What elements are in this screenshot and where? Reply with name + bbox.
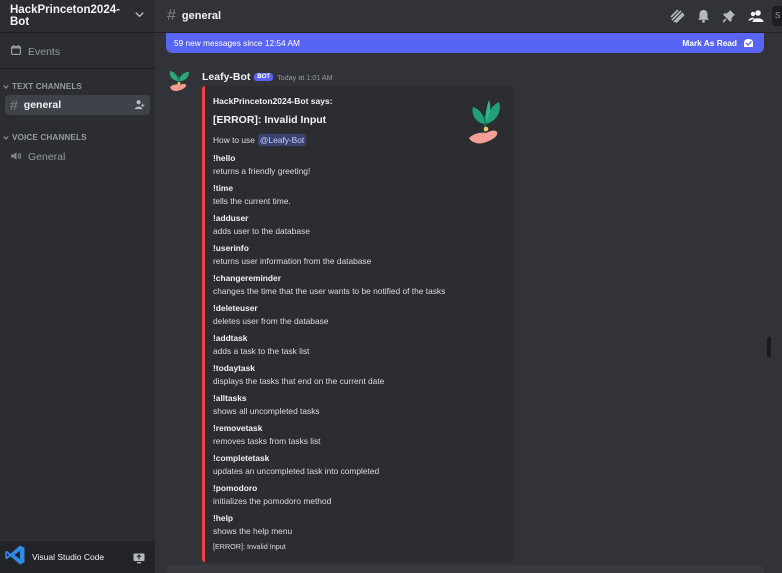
text-channels-category[interactable]: TEXT CHANNELS (0, 82, 155, 91)
screen-share-icon[interactable] (133, 551, 145, 569)
embed-field: !pomodoro initializes the pomodoro method (213, 482, 503, 512)
embed-field: !help shows the help menu (213, 512, 503, 542)
new-messages-text: 59 new messages since 12:54 AM (174, 38, 300, 48)
field-value: tells the current time. (213, 196, 291, 206)
server-header[interactable]: HackPrinceton2024-Bot (0, 0, 155, 33)
embed-field: !completetask updates an uncompleted task… (213, 452, 503, 482)
channel-label: General (28, 151, 66, 163)
field-value: initializes the pomodoro method (213, 496, 332, 506)
embed-field: !addtask adds a task to the task list (213, 332, 503, 362)
scrollbar-thumb[interactable] (767, 337, 771, 357)
field-value: adds a task to the task list (213, 346, 310, 356)
field-name: !addtask (213, 333, 248, 343)
field-value: updates an uncompleted task into complet… (213, 466, 380, 476)
sidebar-item-voice-general[interactable]: General (5, 147, 150, 167)
field-name: !completetask (213, 453, 270, 463)
embed-field: !removetask removes tasks from tasks list (213, 422, 503, 452)
chevron-down-icon[interactable] (134, 9, 145, 23)
mark-as-read-label: Mark As Read (682, 38, 737, 48)
embed-field: !alltasks shows all uncompleted tasks (213, 392, 503, 422)
field-value: changes the time that the user wants to … (213, 286, 446, 296)
message-timestamp: Today at 1:01 AM (277, 72, 333, 82)
field-name: !removetask (213, 423, 263, 433)
field-value: displays the tasks that end on the curre… (213, 376, 385, 386)
search-input[interactable]: S (772, 6, 782, 26)
invite-icon[interactable] (134, 99, 145, 113)
embed-author: HackPrinceton2024-Bot says: (213, 96, 333, 106)
field-value: shows the help menu (213, 526, 293, 536)
voice-channels-category[interactable]: VOICE CHANNELS (0, 133, 155, 142)
field-value: shows all uncompleted tasks (213, 406, 320, 416)
sidebar-item-general[interactable]: # general (5, 95, 150, 115)
field-name: !userinfo (213, 243, 249, 253)
new-messages-bar[interactable]: 59 new messages since 12:54 AM Mark As R… (166, 33, 764, 53)
scrollbar-track[interactable] (766, 55, 772, 555)
pin-icon[interactable] (722, 9, 736, 28)
channel-sidebar: HackPrinceton2024-Bot Events TEXT CHANNE… (0, 0, 155, 573)
hash-icon: # (167, 7, 176, 24)
members-icon[interactable] (748, 9, 764, 28)
hash-icon: # (10, 97, 18, 113)
embed-field: !changereminder changes the time that the… (213, 272, 503, 302)
chevron-down-icon (3, 84, 9, 89)
chevron-down-icon (3, 135, 9, 140)
field-value: returns a friendly greeting! (213, 166, 311, 176)
activity-bar: Visual Studio Code (0, 541, 155, 573)
field-value: removes tasks from tasks list (213, 436, 321, 446)
embed-field: !adduser adds user to the database (213, 212, 503, 242)
embed-footer: [ERROR]: Invalid Input (213, 542, 286, 551)
mark-read-icon (744, 39, 753, 47)
embed-thumbnail[interactable] (467, 94, 505, 150)
vscode-icon (4, 544, 26, 571)
embed-title: [ERROR]: Invalid Input (213, 114, 327, 126)
mark-as-read-button[interactable]: Mark As Read (682, 38, 754, 48)
field-value: returns user information from the databa… (213, 256, 372, 266)
discord-app: HackPrinceton2024-Bot Events TEXT CHANNE… (0, 0, 782, 573)
embed-description-text: How to use (213, 135, 255, 145)
field-name: !help (213, 513, 234, 523)
leafy-bot-avatar[interactable] (166, 68, 192, 94)
activity-label: Visual Studio Code (32, 552, 105, 562)
field-name: !time (213, 183, 234, 193)
field-value: adds user to the database (213, 226, 310, 236)
embed-card: HackPrinceton2024-Bot says: [ERROR]: Inv… (202, 86, 513, 562)
message-header: Leafy-Bot BOT Today at 1:01 AM (202, 71, 333, 83)
channel-header: # general S (155, 0, 782, 33)
field-name: !todaytask (213, 363, 255, 373)
channel-label: general (23, 99, 62, 111)
message-composer[interactable] (166, 565, 764, 573)
header-toolbar (670, 9, 764, 28)
embed-field: !hello returns a friendly greeting! (213, 152, 503, 182)
speaker-icon (10, 150, 22, 165)
events-label: Events (28, 45, 61, 58)
events-item[interactable]: Events (0, 35, 155, 69)
field-name: !deleteuser (213, 303, 258, 313)
field-name: !hello (213, 153, 236, 163)
field-value: deletes user from the database (213, 316, 329, 326)
server-name: HackPrinceton2024-Bot (10, 4, 120, 28)
author-name[interactable]: Leafy-Bot (202, 71, 250, 83)
embed-field: !userinfo returns user information from t… (213, 242, 503, 272)
field-name: !pomodoro (213, 483, 258, 493)
category-label: TEXT CHANNELS (12, 82, 82, 91)
embed-fields: !hello returns a friendly greeting! !time t… (213, 152, 503, 542)
field-name: !adduser (213, 213, 249, 223)
embed-field: !deleteuser deletes user from the databas… (213, 302, 503, 332)
field-name: !changereminder (213, 273, 281, 283)
user-mention[interactable]: @Leafy-Bot (257, 134, 307, 146)
bot-badge: BOT (254, 73, 274, 81)
embed-field: !time tells the current time. (213, 182, 503, 212)
field-name: !alltasks (213, 393, 247, 403)
bell-icon[interactable] (697, 9, 710, 28)
category-label: VOICE CHANNELS (12, 133, 87, 142)
calendar-icon (10, 44, 22, 59)
embed-field: !todaytask displays the tasks that end on… (213, 362, 503, 392)
embed-description: How to use @Leafy-Bot (213, 134, 503, 146)
channel-title: general (181, 10, 222, 22)
threads-icon[interactable] (670, 9, 685, 28)
